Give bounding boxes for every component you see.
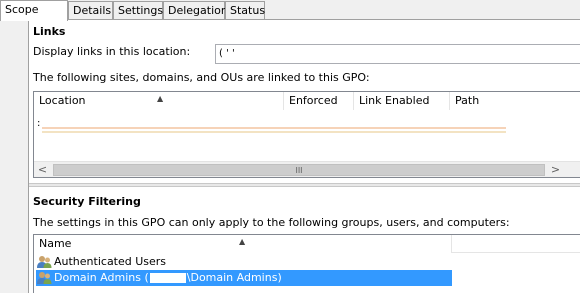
column-path[interactable]: Path <box>450 92 580 110</box>
column-location-label: Location <box>39 94 86 107</box>
tab-scope-label: Scope <box>5 3 39 16</box>
tab-scope[interactable]: Scope <box>0 0 68 21</box>
tab-settings-label: Settings <box>118 4 164 17</box>
links-list[interactable]: Location ▲ Enforced Link Enabled Path : … <box>33 91 580 178</box>
redaction-stripe <box>42 127 506 129</box>
user-group-icon <box>37 256 52 268</box>
scrollbar-thumb[interactable]: III <box>53 164 545 176</box>
security-description: The settings in this GPO can only apply … <box>33 216 510 229</box>
domain-admins-label-suffix: \Domain Admins) <box>186 271 282 284</box>
tab-strip: Scope Details Settings Delegation Status <box>0 0 580 21</box>
column-enforced[interactable]: Enforced <box>284 92 354 110</box>
security-item-authenticated-users[interactable]: Authenticated Users <box>36 254 452 270</box>
scroll-right-arrow-icon[interactable]: > <box>547 162 564 177</box>
linked-description: The following sites, domains, and OUs ar… <box>33 71 370 84</box>
tab-strip-divider <box>0 19 580 20</box>
links-title: Links <box>33 25 66 38</box>
domain-admins-label-prefix: Domain Admins ( <box>54 271 149 284</box>
column-enforced-label: Enforced <box>289 94 338 107</box>
column-path-label: Path <box>455 94 480 107</box>
redacted-domain <box>149 273 186 283</box>
security-list-header: Name ▲ <box>34 235 580 253</box>
column-name-label: Name <box>39 237 72 250</box>
tab-status[interactable]: Status <box>225 1 265 20</box>
links-list-header: Location ▲ Enforced Link Enabled Path <box>34 92 580 110</box>
security-item-domain-admins[interactable]: Domain Admins ( \Domain Admins) <box>36 270 452 286</box>
authenticated-users-label: Authenticated Users <box>54 255 167 268</box>
scroll-left-arrow-icon[interactable]: < <box>34 162 51 177</box>
display-links-location-field[interactable]: ( ' ' <box>215 44 580 64</box>
user-group-icon <box>37 272 52 284</box>
section-splitter[interactable] <box>29 183 580 187</box>
scrollbar-grip-icon: III <box>295 166 303 175</box>
sort-ascending-icon: ▲ <box>157 94 164 103</box>
column-link-enabled-label: Link Enabled <box>359 94 430 107</box>
tab-delegation[interactable]: Delegation <box>163 1 228 20</box>
tab-delegation-label: Delegation <box>168 4 228 17</box>
links-row-location[interactable]: : <box>37 118 40 129</box>
redaction-stripe <box>42 131 506 133</box>
scope-panel: Links Display links in this location: ( … <box>28 20 580 293</box>
tab-details[interactable]: Details <box>68 1 113 20</box>
tab-settings[interactable]: Settings <box>113 1 163 20</box>
security-filtering-title: Security Filtering <box>33 195 141 208</box>
sort-ascending-icon: ▲ <box>239 237 246 246</box>
security-filtering-list[interactable]: Name ▲ Authenticated Users Domain Admins… <box>33 234 580 293</box>
tab-details-label: Details <box>73 4 112 17</box>
display-links-location-value: ( ' ' <box>219 48 235 59</box>
display-links-label: Display links in this location: <box>33 45 191 58</box>
tab-status-label: Status <box>230 4 266 17</box>
column-link-enabled[interactable]: Link Enabled <box>354 92 450 110</box>
links-horizontal-scrollbar[interactable]: < III > <box>34 161 580 177</box>
